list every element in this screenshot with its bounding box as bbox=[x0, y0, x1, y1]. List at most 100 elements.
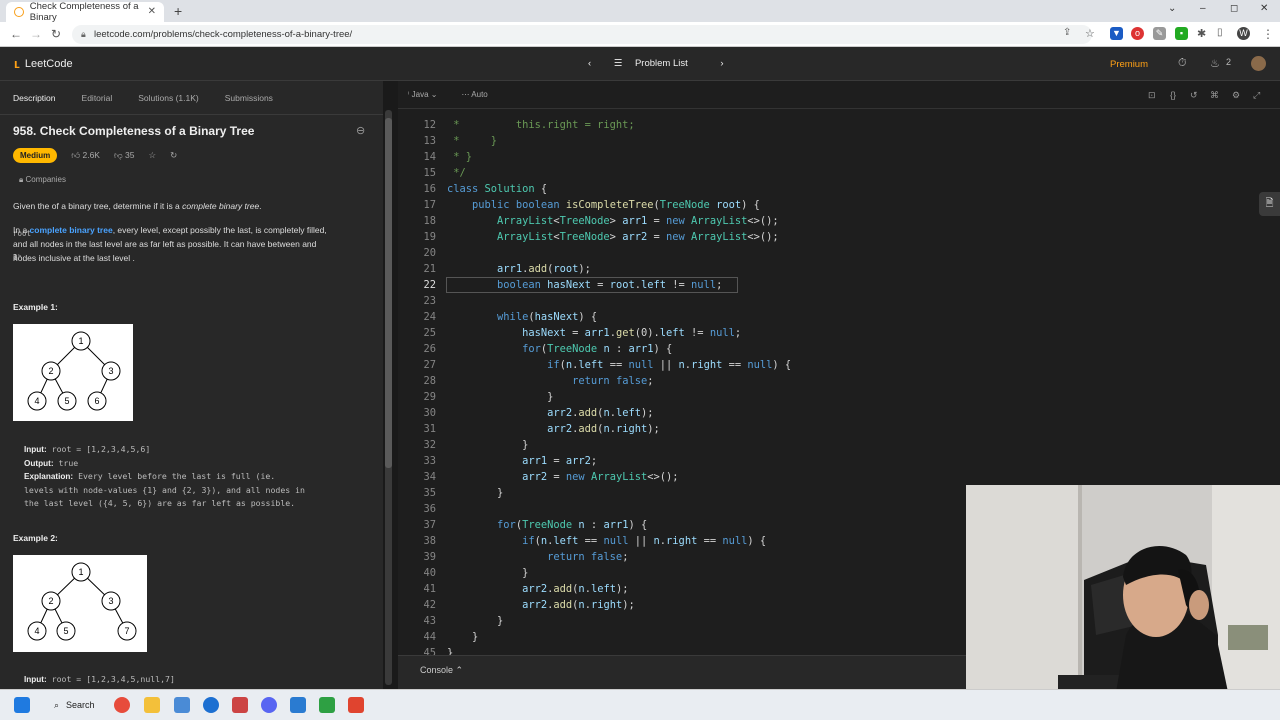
tab-solutions[interactable]: Solutions (1.1K) bbox=[138, 93, 198, 103]
description-scrollbar[interactable] bbox=[385, 110, 392, 685]
code-line[interactable]: arr1 = arr2; bbox=[447, 453, 597, 469]
code-line[interactable]: if(n.left == null || n.right == null) { bbox=[447, 533, 766, 549]
app-icon[interactable] bbox=[348, 697, 364, 713]
info-icon[interactable]: ⊖ bbox=[356, 124, 365, 137]
code-line[interactable]: class Solution { bbox=[447, 181, 547, 197]
code-line[interactable]: for(TreeNode n : arr1) { bbox=[447, 341, 672, 357]
code-line[interactable]: } bbox=[447, 389, 553, 405]
url-field[interactable]: 🔒︎ leetcode.com/problems/check-completen… bbox=[72, 25, 1092, 44]
code-line[interactable]: arr2.add(n.right); bbox=[447, 421, 660, 437]
tab-description[interactable]: Description bbox=[13, 93, 56, 103]
extension-green-icon[interactable]: ▪ bbox=[1175, 27, 1188, 40]
chrome-taskbar-icon[interactable] bbox=[114, 697, 130, 713]
favorite-star-icon[interactable]: ☆ bbox=[148, 150, 156, 161]
companies-tag[interactable]: 🔒︎ Companies bbox=[19, 175, 66, 185]
reload-icon[interactable]: ↻ bbox=[51, 27, 61, 41]
settings-gear-icon[interactable]: ⚙ bbox=[1232, 90, 1240, 101]
maximize-icon[interactable]: ◻ bbox=[1230, 3, 1238, 14]
code-line[interactable]: ArrayList<TreeNode> arr1 = new ArrayList… bbox=[447, 213, 779, 229]
shortcuts-icon[interactable]: ⌘ bbox=[1210, 90, 1219, 101]
chrome-menu-icon[interactable]: ⋮ bbox=[1262, 27, 1274, 41]
code-line[interactable]: arr2.add(n.left); bbox=[447, 581, 628, 597]
code-line[interactable]: arr2.add(n.left); bbox=[447, 405, 653, 421]
code-line[interactable]: } bbox=[447, 613, 503, 629]
code-line[interactable]: arr1.add(root); bbox=[447, 261, 591, 277]
profile-avatar[interactable]: W bbox=[1237, 27, 1250, 40]
code-line[interactable]: if(n.left == null || n.right == null) { bbox=[447, 357, 791, 373]
code-line[interactable]: public boolean isCompleteTree(TreeNode r… bbox=[447, 197, 760, 213]
code-line[interactable]: } bbox=[447, 485, 503, 501]
app-icon[interactable] bbox=[203, 697, 219, 713]
user-avatar[interactable] bbox=[1251, 56, 1266, 71]
code-line[interactable]: * } bbox=[447, 133, 497, 149]
code-line[interactable]: ArrayList<TreeNode> arr2 = new ArrayList… bbox=[447, 229, 779, 245]
line-number: 39 bbox=[423, 551, 436, 563]
code-line[interactable]: return false; bbox=[447, 549, 628, 565]
language-select[interactable]: ⁱ Java ⌄ bbox=[408, 90, 438, 99]
file-explorer-icon[interactable] bbox=[144, 697, 160, 713]
webcam-overlay bbox=[966, 485, 1280, 692]
problem-list-button[interactable]: ☰ Problem List bbox=[614, 58, 698, 69]
code-line[interactable]: hasNext = arr1.get(0).left != null; bbox=[447, 325, 741, 341]
bookmark-icon[interactable]: ⊡ bbox=[1148, 90, 1156, 101]
vscode-icon[interactable] bbox=[290, 697, 306, 713]
line-number: 18 bbox=[423, 215, 436, 227]
code-line[interactable]: arr2 = new ArrayList<>(); bbox=[447, 469, 678, 485]
close-tab-icon[interactable]: ✕ bbox=[148, 6, 156, 17]
extensions-puzzle-icon[interactable]: ✱ bbox=[1197, 27, 1206, 40]
bookmark-star-icon[interactable]: ☆ bbox=[1085, 27, 1095, 40]
minimize-icon[interactable]: – bbox=[1200, 3, 1206, 14]
code-line[interactable]: * } bbox=[447, 149, 472, 165]
code-line[interactable]: return false; bbox=[447, 373, 653, 389]
code-line[interactable]: */ bbox=[447, 165, 466, 181]
close-window-icon[interactable]: ✕ bbox=[1260, 3, 1268, 14]
windows-start-icon[interactable] bbox=[14, 697, 30, 713]
dislike-button[interactable]: 👎︎ 35 bbox=[114, 150, 134, 161]
discord-icon[interactable] bbox=[261, 697, 277, 713]
tab-submissions[interactable]: Submissions bbox=[225, 93, 273, 103]
taskbar-search[interactable]: ⌕ Search bbox=[48, 696, 104, 715]
extension-pen-icon[interactable]: ✎ bbox=[1153, 27, 1166, 40]
notes-side-button[interactable]: 🗎 bbox=[1259, 192, 1280, 216]
line-number: 44 bbox=[423, 631, 436, 643]
app-icon[interactable] bbox=[232, 697, 248, 713]
tab-editorial[interactable]: Editorial bbox=[82, 93, 113, 103]
new-tab-icon[interactable]: + bbox=[174, 3, 182, 19]
share-icon[interactable]: ⇪ bbox=[1063, 27, 1071, 38]
code-line[interactable]: boolean hasNext = root.left != null; bbox=[447, 277, 722, 293]
code-line[interactable]: } bbox=[447, 629, 478, 645]
sidepanel-icon[interactable]: ▯ bbox=[1217, 27, 1223, 38]
back-icon[interactable]: ← bbox=[10, 27, 22, 41]
prev-problem-icon[interactable]: ‹ bbox=[588, 58, 591, 69]
reset-icon[interactable]: ↺ bbox=[1190, 90, 1198, 101]
scroll-thumb[interactable] bbox=[385, 118, 392, 468]
extension-shield-icon[interactable]: ▼ bbox=[1110, 27, 1123, 40]
timer-icon[interactable]: ⏱︎ bbox=[1178, 57, 1187, 70]
extension-red-icon[interactable]: o bbox=[1131, 27, 1144, 40]
premium-link[interactable]: Premium bbox=[1110, 59, 1148, 70]
code-line[interactable]: while(hasNext) { bbox=[447, 309, 597, 325]
search-icon: ⌕ bbox=[54, 700, 60, 710]
fullscreen-icon[interactable]: ⤢ bbox=[1253, 90, 1260, 101]
code-line[interactable]: for(TreeNode n : arr1) { bbox=[447, 517, 647, 533]
like-button[interactable]: 👍︎ 2.6K bbox=[71, 150, 100, 161]
tree-node: 3 bbox=[108, 366, 113, 376]
mail-icon[interactable] bbox=[174, 697, 190, 713]
complete-tree-link[interactable]: complete binary tree bbox=[30, 225, 113, 235]
leetcode-favicon-icon bbox=[14, 7, 24, 17]
explanation-text: levels with node-values {1} and {2, 3}),… bbox=[24, 484, 305, 495]
next-problem-icon[interactable]: › bbox=[720, 58, 723, 69]
streak-flame-icon[interactable]: ♨ bbox=[1210, 57, 1220, 70]
code-line[interactable]: arr2.add(n.right); bbox=[447, 597, 635, 613]
autosave-mode[interactable]: ⋯ Auto bbox=[462, 90, 488, 99]
format-braces-icon[interactable]: {} bbox=[1170, 90, 1176, 100]
code-line[interactable]: } bbox=[447, 437, 528, 453]
app-icon[interactable] bbox=[319, 697, 335, 713]
browser-tab[interactable]: Check Completeness of a Binary ✕ bbox=[6, 1, 164, 23]
forward-icon[interactable]: → bbox=[30, 27, 42, 41]
leetcode-logo[interactable]: ʟ LeetCode bbox=[14, 56, 73, 71]
tab-search-icon[interactable]: ⌄ bbox=[1168, 3, 1176, 14]
code-line[interactable]: * this.right = right; bbox=[447, 117, 634, 133]
share-link-icon[interactable]: ↻ bbox=[170, 150, 177, 161]
code-line[interactable]: } bbox=[447, 565, 528, 581]
